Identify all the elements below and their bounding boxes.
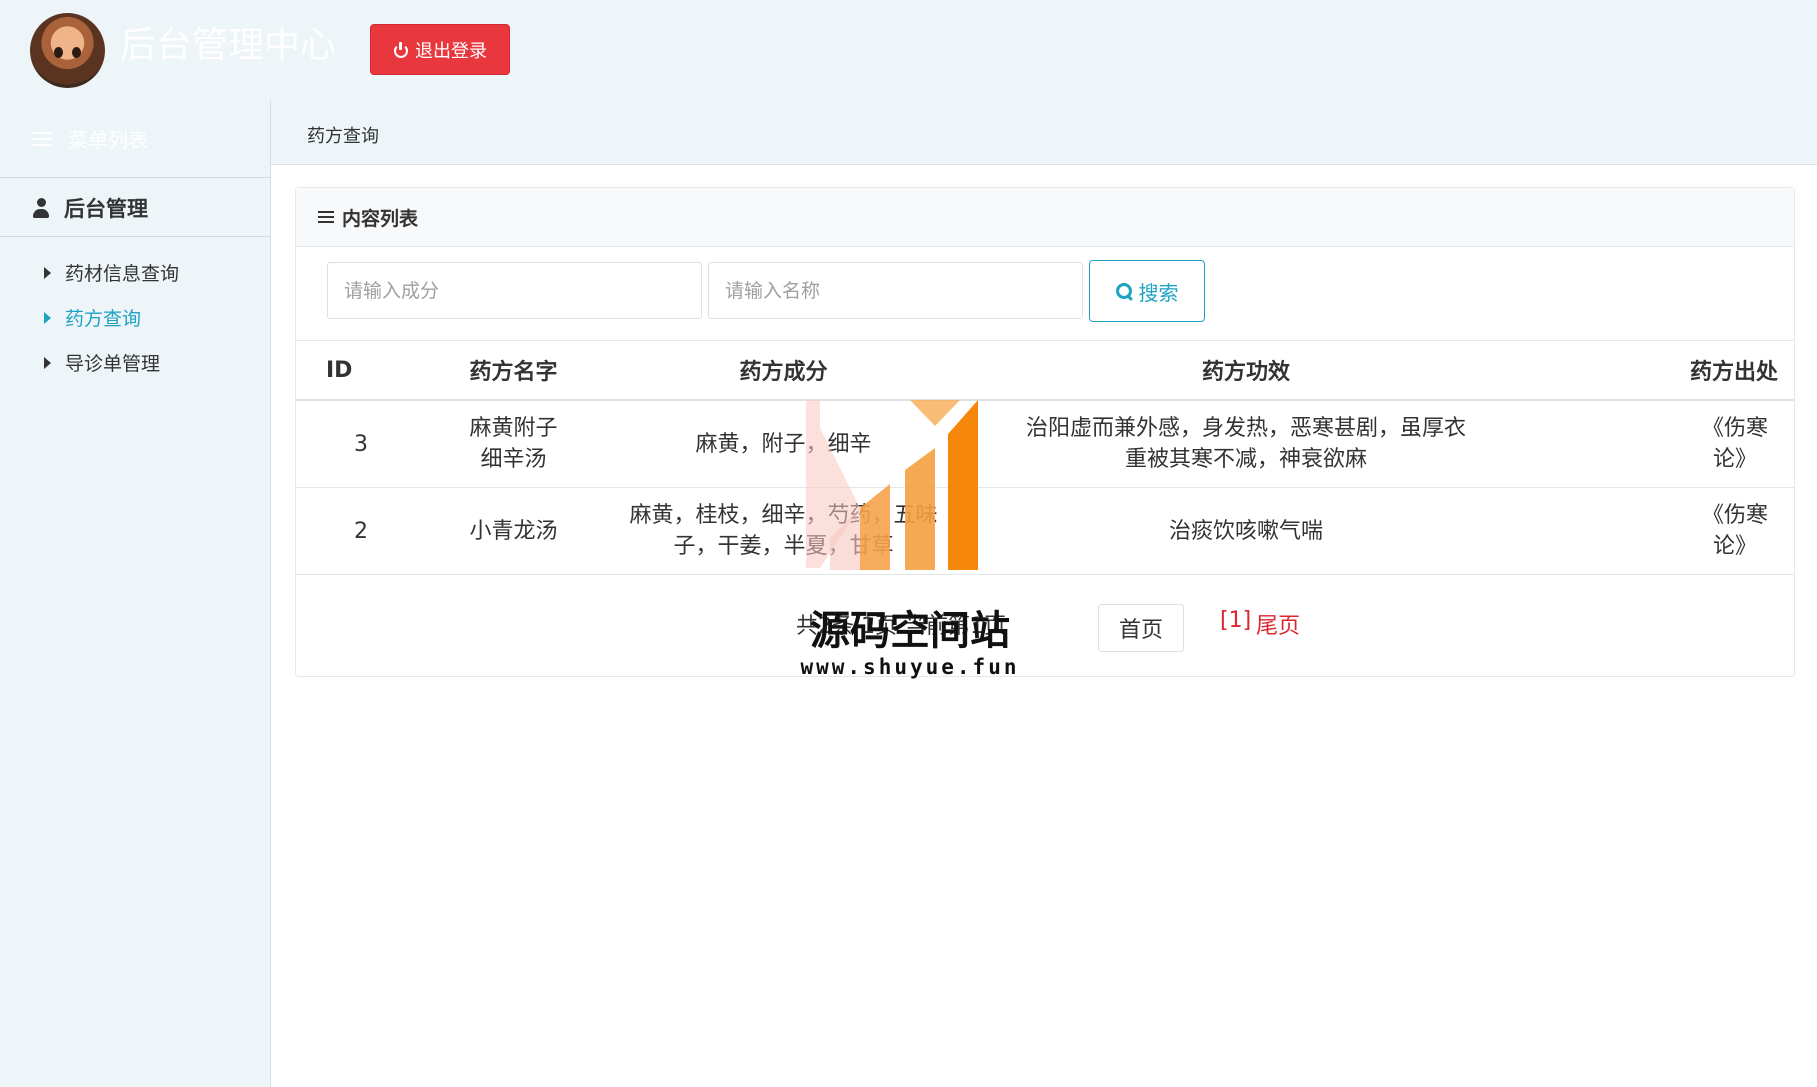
prescription-table: ID 药方名字 药方成分 药方功效 药方出处 3 麻黄附子细辛汤 麻黄，附子，细… (296, 340, 1794, 575)
table-header-row: ID 药方名字 药方成分 药方功效 药方出处 (296, 340, 1794, 401)
cell-source: 《伤寒论》 (1526, 487, 1794, 575)
menu-group-label: 后台管理 (64, 196, 148, 221)
cell-name: 小青龙汤 (426, 487, 601, 575)
user-icon (32, 197, 50, 218)
avatar-eye-left (54, 47, 63, 58)
search-row: 搜索 (327, 260, 1205, 322)
cell-ingredients: 麻黄，附子，细辛 (601, 400, 966, 488)
search-button-label: 搜索 (1138, 280, 1179, 305)
main-header: 药方查询 (271, 100, 1817, 165)
name-search-input[interactable] (708, 262, 1083, 319)
content-panel: 内容列表 搜索 ID 药方名字 药方成分 药方功效 药方出处 (295, 187, 1795, 677)
search-icon (1115, 282, 1133, 300)
column-header-id: ID (296, 340, 426, 401)
breadcrumb[interactable]: 药方查询 (307, 122, 379, 148)
first-page-button[interactable]: 首页 (1098, 604, 1184, 652)
sidebar: 菜单列表 后台管理 药材信息查询 药方查询 导诊单管理 (0, 100, 271, 1087)
current-page-link[interactable]: [1] (1220, 608, 1251, 633)
caret-right-icon (44, 311, 51, 324)
table-row: 2 小青龙汤 麻黄，桂枝，细辛，芍药，五味子，干姜，半夏，甘草 治痰饮咳嗽气喘 … (296, 487, 1794, 575)
cell-source: 《伤寒论》 (1526, 400, 1794, 488)
logout-button[interactable]: 退出登录 (370, 24, 510, 75)
table-row: 3 麻黄附子细辛汤 麻黄，附子，细辛 治阳虚而兼外感，身发热，恶寒甚剧，虽厚衣重… (296, 400, 1794, 488)
bars-icon (318, 210, 334, 224)
avatar-eye-right (72, 47, 81, 58)
menu-group-admin[interactable]: 后台管理 (0, 179, 270, 237)
cell-name: 麻黄附子细辛汤 (426, 400, 601, 488)
sidebar-item-label: 药方查询 (65, 308, 142, 330)
list-icon (32, 131, 52, 146)
column-header-name: 药方名字 (426, 340, 601, 401)
column-header-efficacy: 药方功效 (966, 340, 1526, 401)
cell-ingredients: 麻黄，桂枝，细辛，芍药，五味子，干姜，半夏，甘草 (601, 487, 966, 575)
sidebar-item-label: 导诊单管理 (65, 353, 161, 375)
pagination: 共2条 1页 当前第1页 首页 [1] 尾页 (296, 576, 1794, 676)
cell-efficacy: 治阳虚而兼外感，身发热，恶寒甚剧，虽厚衣重被其寒不减，神衰欲麻 (966, 400, 1526, 488)
logout-label: 退出登录 (415, 40, 487, 62)
menu-items: 药材信息查询 药方查询 导诊单管理 (0, 250, 270, 385)
panel-title: 内容列表 (342, 207, 419, 230)
column-header-ingredients: 药方成分 (601, 340, 966, 401)
sidebar-item-prescription-query[interactable]: 药方查询 (0, 295, 270, 340)
sidebar-item-label: 药材信息查询 (65, 263, 180, 285)
pager-info: 共2条 1页 当前第1页 (796, 614, 1006, 639)
site-title: 后台管理中心 (120, 25, 337, 66)
cell-efficacy: 治痰饮咳嗽气喘 (966, 487, 1526, 575)
cell-id: 2 (296, 487, 426, 575)
sidebar-item-herb-query[interactable]: 药材信息查询 (0, 250, 270, 295)
sidebar-item-guide-management[interactable]: 导诊单管理 (0, 340, 270, 385)
avatar (30, 13, 105, 88)
menu-title: 菜单列表 (68, 128, 148, 152)
caret-right-icon (44, 356, 51, 369)
caret-right-icon (44, 266, 51, 279)
menu-header: 菜单列表 (0, 100, 270, 178)
ingredient-search-input[interactable] (327, 262, 702, 319)
column-header-source: 药方出处 (1526, 340, 1794, 401)
power-icon (393, 41, 409, 58)
cell-id: 3 (296, 400, 426, 488)
content-area: 内容列表 搜索 ID 药方名字 药方成分 药方功效 药方出处 (271, 165, 1817, 1087)
last-page-link[interactable]: 尾页 (1256, 608, 1300, 640)
panel-header: 内容列表 (296, 188, 1794, 247)
search-button[interactable]: 搜索 (1089, 260, 1205, 322)
top-header: 后台管理中心 退出登录 (0, 0, 1817, 100)
